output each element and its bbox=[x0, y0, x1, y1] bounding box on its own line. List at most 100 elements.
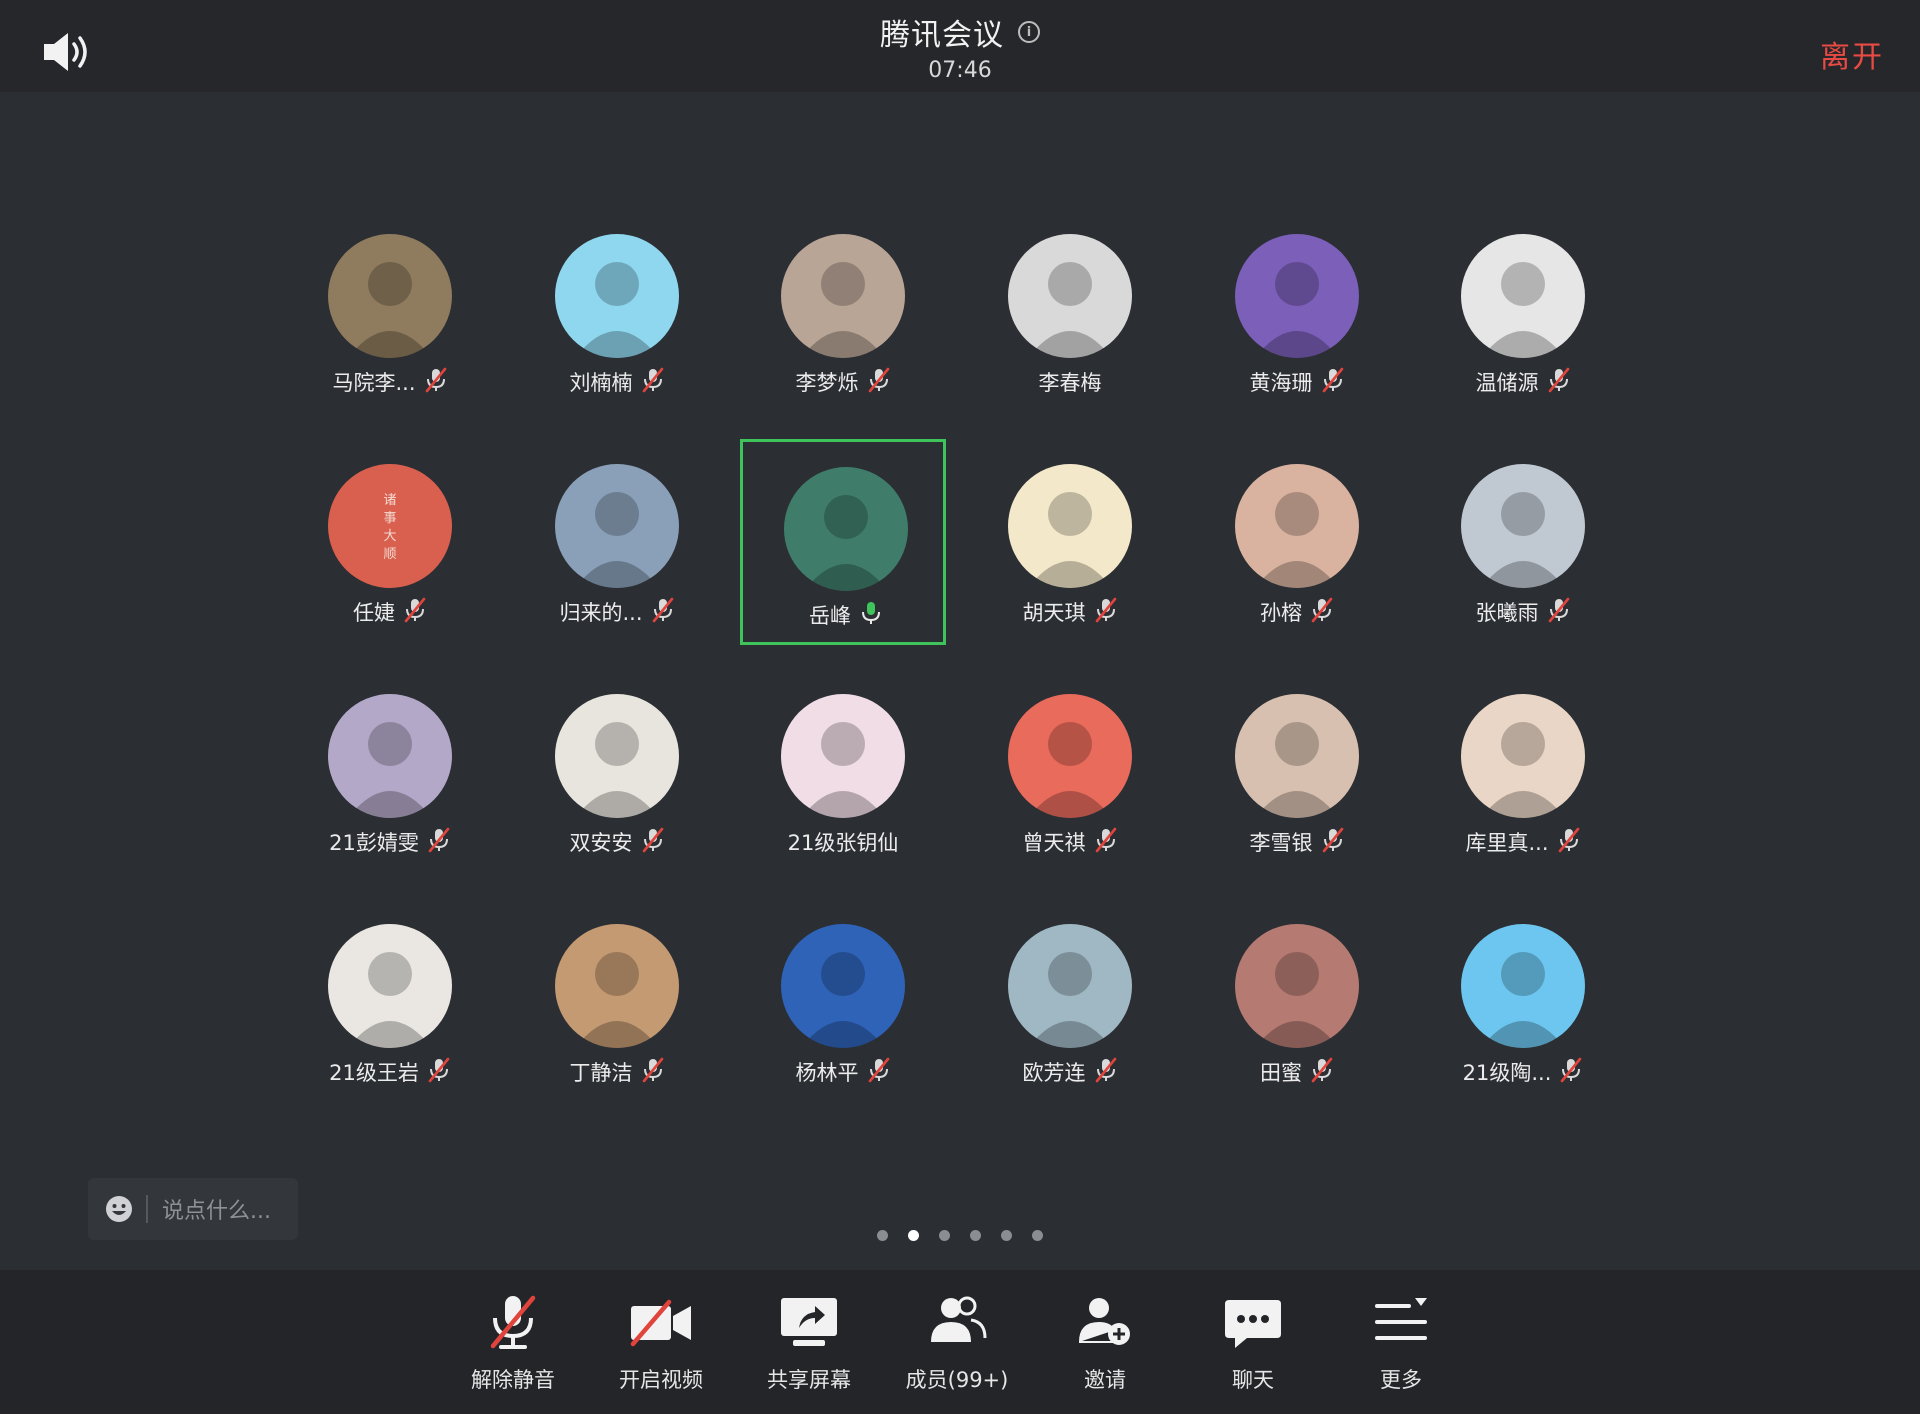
invite-button[interactable]: 邀请 bbox=[1045, 1290, 1165, 1400]
page-dot[interactable] bbox=[1001, 1230, 1012, 1241]
page-dot[interactable] bbox=[939, 1230, 950, 1241]
participant-name-row: 丁静洁 bbox=[514, 1057, 720, 1087]
avatar bbox=[1461, 924, 1585, 1048]
participant-name: 21彭婧雯 bbox=[329, 831, 419, 855]
participant-name-row: 李雪银 bbox=[1194, 827, 1400, 857]
share-button[interactable]: 共享屏幕 bbox=[749, 1290, 869, 1400]
participant-name-row: 21彭婧雯 bbox=[287, 827, 493, 857]
participant-name: 孙榕 bbox=[1260, 601, 1302, 625]
bottom-toolbar: 解除静音 开启视频 共享屏幕 成员(99+) 邀请 聊天 更多 bbox=[0, 1270, 1920, 1414]
unmute-button[interactable]: 解除静音 bbox=[453, 1290, 573, 1400]
avatar bbox=[555, 694, 679, 818]
participant-name-row: 田蜜 bbox=[1194, 1057, 1400, 1087]
mic-muted-icon bbox=[427, 1057, 451, 1087]
participant-tile[interactable]: 李梦烁 bbox=[740, 209, 946, 415]
participant-tile[interactable]: 温储源 bbox=[1420, 209, 1626, 415]
participant-tile[interactable]: 黄海珊 bbox=[1194, 209, 1400, 415]
participant-tile[interactable]: 诸事大顺任婕 bbox=[287, 439, 493, 645]
participant-name: 温储源 bbox=[1475, 371, 1539, 395]
participant-tile[interactable]: 21级陶... bbox=[1420, 899, 1626, 1105]
input-divider bbox=[146, 1195, 148, 1223]
participant-name: 李梦烁 bbox=[795, 371, 859, 395]
mic-muted-icon bbox=[1559, 1057, 1583, 1087]
avatar bbox=[328, 694, 452, 818]
mic-muted-icon bbox=[1094, 597, 1118, 627]
participant-tile[interactable]: 李雪银 bbox=[1194, 669, 1400, 875]
participant-tile[interactable]: 岳峰 bbox=[740, 439, 946, 645]
page-dot[interactable] bbox=[877, 1230, 888, 1241]
participant-grid: 马院李... 刘楠楠 李梦烁 李春梅 黄海珊 温储源诸事大顺任婕 归来的... 岳峰 胡天琪 孙榕… bbox=[0, 0, 1920, 1100]
mic-muted-icon bbox=[1310, 597, 1334, 627]
share-label: 共享屏幕 bbox=[767, 1368, 851, 1392]
mic-muted-icon bbox=[1557, 827, 1581, 857]
participant-tile[interactable]: 曾天祺 bbox=[967, 669, 1173, 875]
participant-name-row: 杨林平 bbox=[740, 1057, 946, 1087]
emoji-icon[interactable] bbox=[104, 1194, 134, 1224]
participant-name: 曾天祺 bbox=[1022, 831, 1086, 855]
participant-name: 马院李... bbox=[332, 371, 416, 395]
avatar bbox=[555, 924, 679, 1048]
mic-muted-icon bbox=[1547, 367, 1571, 397]
participant-tile[interactable]: 孙榕 bbox=[1194, 439, 1400, 645]
members-button[interactable]: 成员(99+) bbox=[897, 1290, 1017, 1400]
avatar bbox=[781, 234, 905, 358]
page-indicator bbox=[0, 1230, 1920, 1241]
participant-name: 归来的... bbox=[559, 601, 643, 625]
participant-tile[interactable]: 丁静洁 bbox=[514, 899, 720, 1105]
more-button[interactable]: 更多 bbox=[1341, 1290, 1461, 1400]
participant-name: 双安安 bbox=[569, 831, 633, 855]
participant-tile[interactable]: 李春梅 bbox=[967, 209, 1173, 415]
participant-tile[interactable]: 张曦雨 bbox=[1420, 439, 1626, 645]
avatar bbox=[1235, 234, 1359, 358]
avatar bbox=[328, 924, 452, 1048]
avatar bbox=[781, 924, 905, 1048]
mic-muted-icon bbox=[427, 827, 451, 857]
participant-name: 丁静洁 bbox=[569, 1061, 633, 1085]
video-button[interactable]: 开启视频 bbox=[601, 1290, 721, 1400]
svg-text:大: 大 bbox=[383, 529, 396, 544]
participant-tile[interactable]: 田蜜 bbox=[1194, 899, 1400, 1105]
participant-name-row: 曾天祺 bbox=[967, 827, 1173, 857]
mic-muted-icon bbox=[867, 1057, 891, 1087]
svg-text:事: 事 bbox=[383, 511, 396, 526]
participant-name: 任婕 bbox=[353, 601, 395, 625]
participant-tile[interactable]: 21彭婧雯 bbox=[287, 669, 493, 875]
participant-name: 岳峰 bbox=[809, 604, 851, 628]
participant-tile[interactable]: 归来的... bbox=[514, 439, 720, 645]
participant-tile[interactable]: 杨林平 bbox=[740, 899, 946, 1105]
participant-name-row: 岳峰 bbox=[743, 600, 949, 630]
page-dot[interactable] bbox=[908, 1230, 919, 1241]
mic-muted-icon bbox=[424, 367, 448, 397]
participant-name-row: 库里真... bbox=[1420, 827, 1626, 857]
avatar bbox=[1461, 464, 1585, 588]
avatar bbox=[1235, 694, 1359, 818]
participant-name-row: 21级陶... bbox=[1420, 1057, 1626, 1087]
page-dot[interactable] bbox=[970, 1230, 981, 1241]
participant-tile[interactable]: 马院李... bbox=[287, 209, 493, 415]
mic-on-icon bbox=[859, 600, 883, 630]
page-dot[interactable] bbox=[1032, 1230, 1043, 1241]
participant-tile[interactable]: 刘楠楠 bbox=[514, 209, 720, 415]
participant-name: 黄海珊 bbox=[1249, 371, 1313, 395]
participant-tile[interactable]: 21级张钥仙 bbox=[740, 669, 946, 875]
more-menu-icon bbox=[1341, 1290, 1461, 1354]
participant-name: 李雪银 bbox=[1249, 831, 1313, 855]
participant-name: 21级张钥仙 bbox=[787, 831, 899, 855]
participant-name-row: 21级张钥仙 bbox=[740, 827, 946, 857]
participant-tile[interactable]: 21级王岩 bbox=[287, 899, 493, 1105]
participant-name-row: 黄海珊 bbox=[1194, 367, 1400, 397]
mic-muted-icon bbox=[641, 827, 665, 857]
svg-text:顺: 顺 bbox=[383, 547, 396, 562]
participant-name: 李春梅 bbox=[1038, 371, 1102, 395]
avatar bbox=[784, 467, 908, 591]
unmute-label: 解除静音 bbox=[471, 1368, 555, 1392]
chat-button[interactable]: 聊天 bbox=[1193, 1290, 1313, 1400]
participant-tile[interactable]: 胡天琪 bbox=[967, 439, 1173, 645]
camera-off-icon bbox=[601, 1290, 721, 1354]
mic-muted-icon bbox=[641, 1057, 665, 1087]
chat-bubble-icon bbox=[1193, 1290, 1313, 1354]
participant-tile[interactable]: 欧芳连 bbox=[967, 899, 1173, 1105]
participant-tile[interactable]: 库里真... bbox=[1420, 669, 1626, 875]
participant-tile[interactable]: 双安安 bbox=[514, 669, 720, 875]
mic-muted-icon bbox=[641, 367, 665, 397]
